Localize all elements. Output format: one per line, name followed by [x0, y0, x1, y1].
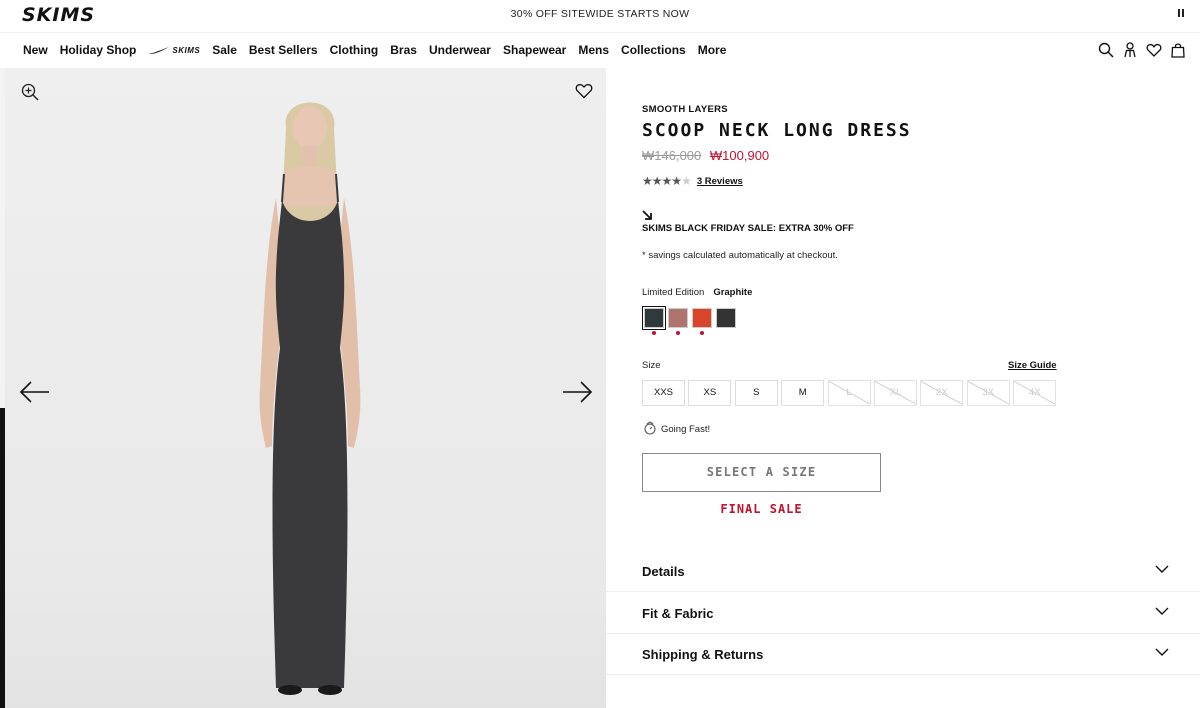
size-option-sold-out[interactable]: XL — [873, 380, 917, 406]
size-option-sold-out[interactable]: 4X — [1013, 380, 1057, 406]
swatch-mauve[interactable] — [666, 306, 690, 335]
swatch-red[interactable] — [690, 306, 714, 335]
accordion-shipping-returns[interactable]: Shipping & Returns — [606, 634, 1200, 675]
nav-item-clothing[interactable]: Clothing — [330, 43, 379, 57]
swatch-graphite[interactable] — [642, 306, 666, 335]
product-model-image — [259, 102, 361, 695]
accordion-label: Fit & Fabric — [642, 606, 714, 621]
size-option-sold-out[interactable]: 2X — [920, 380, 964, 406]
swatch-color[interactable] — [692, 308, 712, 328]
star-icon: ★ — [661, 174, 673, 188]
main-nav: New Holiday Shop SKIMS Sale Best Sellers… — [0, 32, 1200, 68]
chevron-down-icon — [1155, 648, 1169, 656]
edition-label: Limited Edition — [642, 287, 705, 298]
collection-name[interactable]: SMOOTH LAYERS — [642, 104, 728, 115]
sale-dot — [652, 331, 656, 335]
size-option[interactable]: S — [734, 380, 778, 406]
savings-note: * savings calculated automatically at ch… — [642, 250, 838, 261]
reviews-link[interactable]: 3 Reviews — [697, 176, 743, 187]
pause-icon[interactable] — [1178, 9, 1186, 19]
color-swatches — [642, 306, 738, 335]
color-selection-label: Limited Edition Graphite — [642, 287, 752, 298]
star-half-icon: ★ — [681, 174, 692, 188]
star-icon: ★ — [671, 174, 682, 188]
search-icon[interactable] — [1098, 42, 1114, 58]
swatch-onyx[interactable] — [714, 306, 738, 330]
swatch-color[interactable] — [668, 308, 688, 328]
sale-price: ₩100,900 — [709, 148, 770, 163]
size-option[interactable]: XXS — [642, 380, 685, 406]
size-option-sold-out[interactable]: 3X — [966, 380, 1010, 406]
accordion-label: Details — [642, 564, 685, 579]
nav-item-mens[interactable]: Mens — [578, 43, 609, 57]
previous-image-arrow-icon[interactable] — [19, 380, 51, 404]
swatch-color[interactable] — [642, 306, 666, 330]
rating[interactable]: ★ ★ ★ ★ ★ 3 Reviews — [642, 174, 743, 188]
original-price: ₩146,000 — [642, 148, 702, 163]
nav-item-underwear[interactable]: Underwear — [429, 43, 491, 57]
partner-label: SKIMS — [172, 45, 201, 55]
promo-bar: SKIMS 30% OFF SITEWIDE STARTS NOW — [0, 0, 1200, 32]
star-icon: ★ — [651, 174, 663, 188]
select-size-button[interactable]: SELECT A SIZE — [642, 453, 881, 492]
sale-dot — [700, 331, 704, 335]
final-sale-label: FINAL SALE — [720, 502, 803, 516]
size-option-sold-out[interactable]: L — [827, 380, 871, 406]
product-title: SCOOP NECK LONG DRESS — [642, 120, 912, 141]
favorite-heart-icon[interactable] — [575, 82, 593, 99]
promo-text[interactable]: 30% OFF SITEWIDE STARTS NOW — [0, 8, 1200, 20]
size-option[interactable]: M — [781, 380, 825, 406]
accordion-label: Shipping & Returns — [642, 647, 764, 662]
wishlist-icon[interactable] — [1146, 42, 1162, 58]
nav-item-more[interactable]: More — [698, 43, 727, 57]
swoosh-icon — [149, 46, 170, 54]
fire-icon — [643, 421, 657, 435]
swatch-color[interactable] — [716, 308, 736, 328]
size-option[interactable]: XS — [688, 380, 732, 406]
arrow-down-right-icon — [642, 207, 652, 220]
nav-item-sale[interactable]: Sale — [212, 43, 237, 57]
nav-item-shapewear[interactable]: Shapewear — [503, 43, 566, 57]
star-icon: ★ — [642, 174, 653, 188]
nav-item-bras[interactable]: Bras — [390, 43, 417, 57]
size-guide-link[interactable]: Size Guide — [1008, 360, 1057, 371]
product-gallery[interactable] — [5, 68, 606, 708]
nav-item-collections[interactable]: Collections — [621, 43, 686, 57]
chevron-down-icon — [1155, 565, 1169, 573]
next-image-arrow-icon[interactable] — [561, 380, 593, 404]
going-fast-label: Going Fast! — [661, 424, 711, 435]
sale-banner: SKIMS BLACK FRIDAY SALE: EXTRA 30% OFF — [642, 223, 854, 234]
account-icon[interactable] — [1122, 42, 1138, 58]
size-label: Size — [642, 360, 661, 371]
nav-item-nike-skims[interactable]: SKIMS — [148, 46, 200, 55]
selected-color-name: Graphite — [713, 287, 753, 298]
accordion-fit-fabric[interactable]: Fit & Fabric — [606, 593, 1200, 634]
bag-icon[interactable] — [1170, 42, 1186, 58]
chevron-down-icon — [1155, 607, 1169, 615]
product-details-panel: SMOOTH LAYERS SCOOP NECK LONG DRESS ₩146… — [606, 68, 1200, 708]
price-block: ₩146,000 ₩100,900 — [642, 148, 769, 163]
nav-item-holiday-shop[interactable]: Holiday Shop — [60, 43, 137, 57]
zoom-in-icon[interactable] — [21, 83, 39, 101]
accordion-details[interactable]: Details — [606, 551, 1200, 592]
nav-item-new[interactable]: New — [23, 43, 48, 57]
size-options: XXS XS S M L XL 2X 3X 4X — [642, 380, 1060, 406]
nav-item-best-sellers[interactable]: Best Sellers — [249, 43, 318, 57]
sale-dot — [676, 331, 680, 335]
